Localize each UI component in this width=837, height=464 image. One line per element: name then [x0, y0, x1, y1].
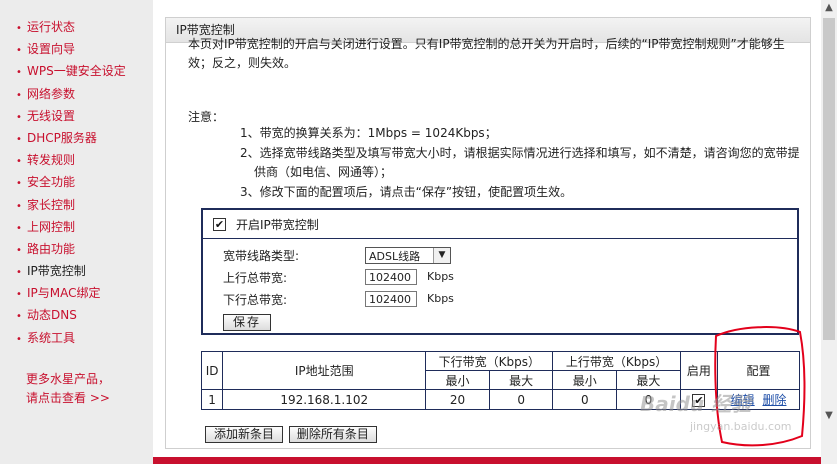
edit-link[interactable]: 编辑	[731, 393, 755, 407]
sidebar-item-routing[interactable]: • 路由功能	[16, 238, 153, 260]
down-bandwidth-input[interactable]: 102400	[365, 291, 417, 307]
col-enable: 启用	[679, 351, 719, 390]
sidebar-item-network[interactable]: • 网络参数	[16, 83, 153, 105]
sidebar-item-wireless[interactable]: • 无线设置	[16, 105, 153, 127]
down-bandwidth-unit: Kbps	[427, 292, 454, 305]
sidebar-item-wizard[interactable]: • 设置向导	[16, 38, 153, 60]
sidebar-item-wps[interactable]: • WPS一键安全设定	[16, 60, 153, 82]
note-title: 注意：	[188, 110, 225, 124]
add-entry-button[interactable]: 添加新条目	[205, 426, 283, 443]
sidebar-item-system-tools[interactable]: • 系统工具	[16, 327, 153, 349]
notes-list: 1、带宽的换算关系为：1Mbps = 1024Kbps； 2、选择宽带线路类型及…	[240, 124, 800, 202]
row-up-min: 0	[552, 389, 618, 410]
row-config-cell: 编辑 删除	[717, 389, 800, 410]
row-enable-checkbox[interactable]: ✔	[692, 393, 706, 407]
row-id: 1	[200, 389, 224, 410]
col-config: 配置	[717, 351, 800, 390]
table-actions: 添加新条目 删除所有条目	[172, 426, 377, 443]
scroll-down-icon[interactable]: ▼	[821, 408, 837, 424]
col-down-max: 最大	[488, 370, 554, 390]
note-item: 3、修改下面的配置项后，请点击“保存”按钮，使配置项生效。	[240, 184, 573, 199]
scroll-up-icon[interactable]: ▲	[821, 0, 837, 16]
note-item: 2、选择宽带线路类型及填写带宽大小时，请根据实际情况进行选择和填写，如不清楚，请…	[240, 145, 800, 180]
delete-all-button[interactable]: 删除所有条目	[288, 426, 377, 443]
bandwidth-settings-box: ✔ 开启IP带宽控制 宽带线路类型: ADSL线路 ▼ 上行总带宽: 10240…	[201, 208, 799, 335]
down-bandwidth-row: 下行总带宽:	[223, 291, 365, 308]
line-type-select[interactable]: ADSL线路 ▼	[365, 247, 451, 264]
col-down-min: 最小	[425, 370, 490, 390]
row-down-max: 0	[488, 389, 554, 410]
sidebar-item-ddns[interactable]: • 动态DNS	[16, 304, 153, 326]
enable-row: ✔ 开启IP带宽控制	[203, 210, 797, 239]
sidebar-item-ip-mac-binding[interactable]: • IP与MAC绑定	[16, 282, 153, 304]
col-down: 下行带宽（Kbps）	[425, 351, 554, 371]
up-bandwidth-unit: Kbps	[427, 270, 454, 283]
sidebar-item-status[interactable]: • 运行状态	[16, 16, 153, 38]
sidebar-item-bandwidth[interactable]: • IP带宽控制	[16, 260, 153, 282]
row-up-max: 0	[616, 389, 681, 410]
row-ip: 192.168.1.102	[222, 389, 427, 410]
more-products-link[interactable]: 更多水星产品， 请点击查看 >>	[26, 370, 110, 408]
up-bandwidth-row: 上行总带宽:	[223, 269, 365, 286]
bandwidth-rules-table: ID IP地址范围 下行带宽（Kbps） 上行带宽（Kbps） 启用 配置 最小…	[200, 351, 800, 410]
note-item: 1、带宽的换算关系为：1Mbps = 1024Kbps；	[240, 126, 497, 140]
col-up-max: 最大	[616, 370, 681, 390]
intro-text: 本页对IP带宽控制的开启与关闭进行设置。只有IP带宽控制的总开关为开启时，后续的…	[188, 37, 785, 70]
down-bandwidth-label: 下行总带宽:	[223, 293, 288, 307]
sidebar-item-parental[interactable]: • 家长控制	[16, 194, 153, 216]
enable-bandwidth-label: 开启IP带宽控制	[236, 217, 319, 232]
sidebar-item-access-control[interactable]: • 上网控制	[16, 216, 153, 238]
enable-bandwidth-checkbox[interactable]: ✔	[213, 217, 226, 231]
col-ip-range: IP地址范围	[222, 351, 427, 390]
main-content: IP带宽控制 本页对IP带宽控制的开启与关闭进行设置。只有IP带宽控制的总开关为…	[153, 0, 821, 464]
table-row: 1 192.168.1.102 20 0 0 0 ✔ 编辑 删除	[200, 389, 800, 410]
sidebar-item-forwarding[interactable]: • 转发规则	[16, 149, 153, 171]
scrollbar-thumb[interactable]	[823, 18, 835, 340]
line-type-label: 宽带线路类型:	[223, 249, 300, 263]
col-up-min: 最小	[552, 370, 618, 390]
line-type-row: 宽带线路类型:	[223, 247, 365, 264]
sidebar-item-security[interactable]: • 安全功能	[16, 171, 153, 193]
save-button[interactable]: 保存	[223, 314, 271, 331]
up-bandwidth-label: 上行总带宽:	[223, 271, 288, 285]
col-id: ID	[200, 351, 224, 390]
row-enable-cell: ✔	[679, 389, 719, 410]
vertical-scrollbar[interactable]: ▲ ▼	[821, 0, 837, 464]
row-down-min: 20	[425, 389, 490, 410]
sidebar-menu: • 运行状态 • 设置向导 • WPS一键安全设定 • 网络参数 • 无线设置 • DHCP…	[0, 0, 153, 464]
footer-bar	[153, 457, 821, 464]
up-bandwidth-input[interactable]: 102400	[365, 269, 417, 285]
chevron-down-icon: ▼	[433, 248, 450, 263]
sidebar-item-dhcp[interactable]: • DHCP服务器	[16, 127, 153, 149]
col-up: 上行带宽（Kbps）	[552, 351, 681, 371]
delete-link[interactable]: 删除	[762, 393, 786, 407]
